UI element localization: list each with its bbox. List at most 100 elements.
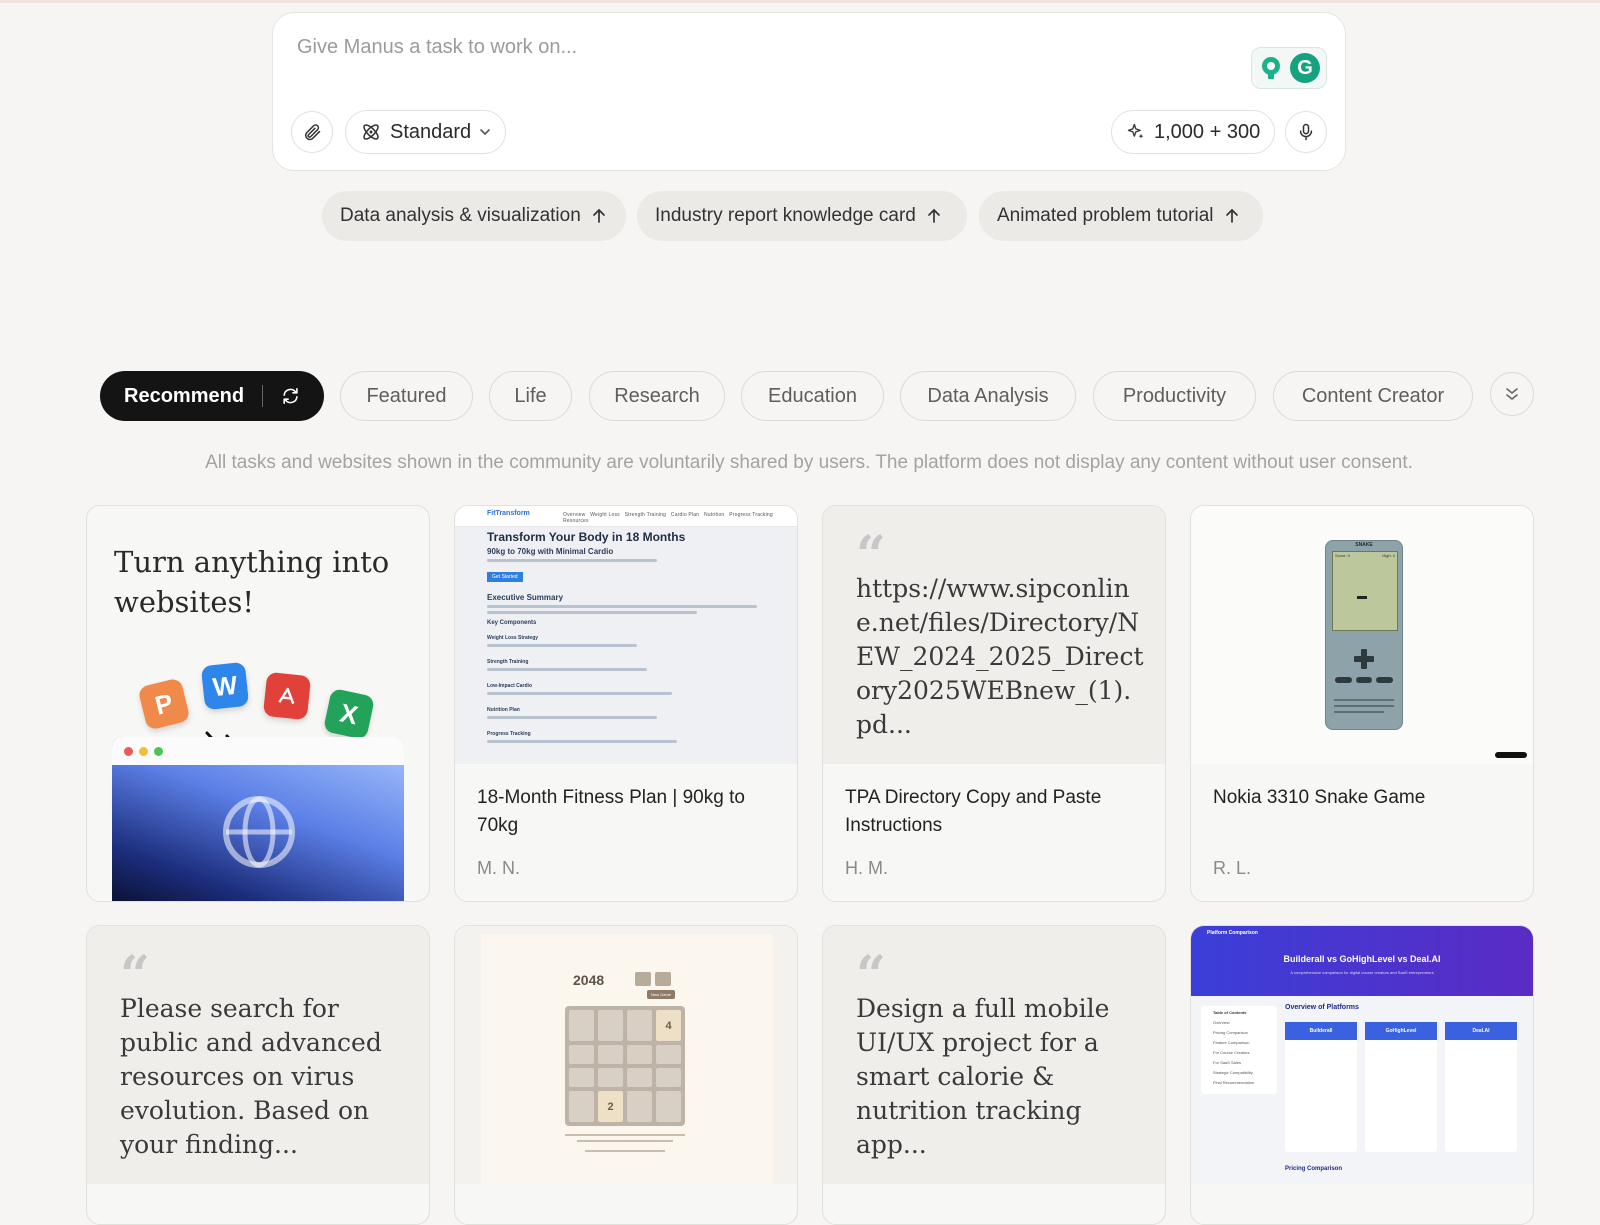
community-card[interactable]: 2048 New Game 4 2 bbox=[454, 925, 798, 1225]
game-tile bbox=[656, 1091, 681, 1122]
acrobat-glyph bbox=[278, 687, 295, 705]
card-title: TPA Directory Copy and Paste Instruction… bbox=[845, 787, 1102, 836]
card-thumbnail: FitTransform Overview Weight Loss Streng… bbox=[455, 506, 797, 764]
thumb-component: Weight Loss Strategy bbox=[487, 635, 539, 641]
tab-label: Content Creator bbox=[1301, 384, 1445, 407]
tab-data-analysis[interactable]: Data Analysis bbox=[900, 371, 1076, 421]
thumb-nav-link: Cardio Plan bbox=[670, 512, 700, 518]
suggestion-chip[interactable]: Data analysis & visualization bbox=[322, 191, 626, 241]
thumb-section: Overview of Platforms bbox=[1285, 1004, 1359, 1011]
grammarly-icon: G bbox=[1290, 53, 1320, 83]
score-box bbox=[635, 972, 651, 986]
task-composer: G Standard 1,000 + 300 bbox=[272, 12, 1346, 171]
tab-label: Life bbox=[514, 384, 547, 407]
platform-col: GoHighLevel bbox=[1365, 1022, 1437, 1152]
chevron-down-icon bbox=[480, 129, 490, 136]
community-card[interactable]: FitTransform Overview Weight Loss Streng… bbox=[454, 505, 798, 902]
arrow-up-icon bbox=[592, 208, 605, 223]
thumb-text-line bbox=[487, 611, 697, 614]
task-input[interactable] bbox=[295, 35, 1199, 60]
community-card[interactable]: Platform Comparison Builderall vs GoHigh… bbox=[1190, 925, 1534, 1225]
community-card[interactable]: “ Please search for public and advanced … bbox=[86, 925, 430, 1225]
platform-name: Deal.AI bbox=[1445, 1022, 1517, 1040]
atom-icon bbox=[363, 124, 379, 140]
card-author: M. N. bbox=[477, 858, 520, 878]
tab-productivity[interactable]: Productivity bbox=[1093, 371, 1256, 421]
snake-body bbox=[1357, 596, 1367, 599]
game-tile bbox=[569, 1091, 594, 1122]
quote-icon: “ bbox=[856, 525, 886, 586]
thumb-heading: Transform Your Body in 18 Months bbox=[487, 530, 686, 544]
community-card[interactable]: “ Design a full mobile UI/UX project for… bbox=[822, 925, 1166, 1225]
extension-badge[interactable]: G bbox=[1251, 47, 1327, 89]
credits-button[interactable]: 1,000 + 300 bbox=[1111, 110, 1276, 154]
toc-item: Pricing Comparison bbox=[1213, 1030, 1248, 1035]
toc-item: Strategic Compatibility bbox=[1213, 1070, 1253, 1075]
top-accent-line bbox=[0, 0, 1600, 3]
tab-label: Data Analysis bbox=[927, 384, 1049, 407]
microphone-button[interactable] bbox=[1285, 111, 1327, 153]
thumb-component: Strength Training bbox=[487, 659, 529, 665]
phone-illustration: SNAKE Score: 0 High: 0 bbox=[1325, 540, 1403, 730]
tab-label: Recommend bbox=[124, 384, 245, 407]
paperclip-icon bbox=[305, 124, 321, 141]
card-thumbnail: 2048 New Game 4 2 bbox=[455, 926, 797, 1184]
suggestion-label: Animated problem tutorial bbox=[997, 205, 1214, 226]
toc-item: For Course Creators bbox=[1213, 1050, 1250, 1055]
mode-label: Standard bbox=[390, 120, 472, 143]
expand-tabs-button[interactable] bbox=[1490, 372, 1534, 416]
thumb-high: High: 0 bbox=[1382, 553, 1395, 558]
card-quote: Design a full mobile UI/UX project for a… bbox=[856, 994, 1110, 1159]
lightbulb-icon bbox=[1262, 57, 1280, 79]
game-tile bbox=[627, 1091, 652, 1122]
thumb-nav: FitTransform Overview Weight Loss Streng… bbox=[455, 506, 797, 527]
community-notice: All tasks and websites shown in the comm… bbox=[205, 452, 1413, 473]
toc-title: Table of Contents bbox=[1213, 1010, 1247, 1015]
game-tile bbox=[656, 1068, 681, 1087]
mode-selector[interactable]: Standard bbox=[345, 110, 507, 154]
game-tile bbox=[627, 1045, 652, 1064]
thumb-text-line bbox=[487, 716, 657, 719]
window-minimize-dot bbox=[139, 747, 148, 756]
thumb-subheading: 90kg to 70kg with Minimal Cardio bbox=[487, 547, 614, 556]
promo-card[interactable]: Turn anything into websites! P W X bbox=[86, 505, 430, 902]
game-tile bbox=[598, 1068, 623, 1087]
suggestion-chip[interactable]: Animated problem tutorial bbox=[979, 191, 1263, 241]
thumb-nav-link: Weight Loss bbox=[590, 512, 620, 518]
phone-buttons bbox=[1335, 677, 1394, 683]
window-maximize-dot bbox=[154, 747, 163, 756]
platform-name: Builderall bbox=[1285, 1022, 1357, 1040]
game-2048-preview: 2048 New Game 4 2 bbox=[481, 934, 773, 1184]
tab-education[interactable]: Education bbox=[741, 371, 884, 421]
thumb-nav-links: Overview Weight Loss Strength Training C… bbox=[563, 512, 797, 524]
thumb-text-line bbox=[487, 605, 757, 608]
card-thumbnail: “ https://www.sipconline.net/files/Direc… bbox=[823, 506, 1165, 764]
tab-recommend[interactable]: Recommend bbox=[100, 371, 324, 421]
refresh-icon[interactable] bbox=[281, 385, 300, 407]
card-author: R. L. bbox=[1213, 858, 1252, 878]
thumb-nav-link: Resources bbox=[563, 518, 589, 524]
thumb-brand: FitTransform bbox=[487, 510, 530, 517]
icon-letter: P bbox=[151, 686, 176, 721]
suggestion-chip[interactable]: Industry report knowledge card bbox=[637, 191, 967, 241]
globe-icon bbox=[223, 796, 295, 868]
tab-featured[interactable]: Featured bbox=[340, 371, 473, 421]
community-card[interactable]: SNAKE Score: 0 High: 0 Nokia 3310 Snake … bbox=[1190, 505, 1534, 902]
tab-life[interactable]: Life bbox=[489, 371, 572, 421]
thumb-text-line bbox=[487, 559, 657, 562]
community-card[interactable]: “ https://www.sipconline.net/files/Direc… bbox=[822, 505, 1166, 902]
thumb-text-line bbox=[487, 740, 677, 743]
game-grid: 4 2 bbox=[565, 1006, 685, 1126]
arrow-up-icon bbox=[1225, 208, 1238, 223]
attach-button[interactable] bbox=[291, 111, 333, 153]
tab-content-creator[interactable]: Content Creator bbox=[1273, 371, 1473, 421]
game-tile bbox=[598, 1045, 623, 1064]
word-icon: W bbox=[200, 661, 250, 711]
tab-research[interactable]: Research bbox=[589, 371, 725, 421]
thumb-component: Nutrition Plan bbox=[487, 707, 520, 713]
quote-icon: “ bbox=[856, 945, 886, 1006]
game-tile bbox=[627, 1068, 652, 1087]
card-thumbnail: “ Please search for public and advanced … bbox=[87, 926, 429, 1184]
card-thumbnail: SNAKE Score: 0 High: 0 bbox=[1191, 506, 1533, 764]
thumb-section: Pricing Comparison bbox=[1285, 1166, 1343, 1172]
